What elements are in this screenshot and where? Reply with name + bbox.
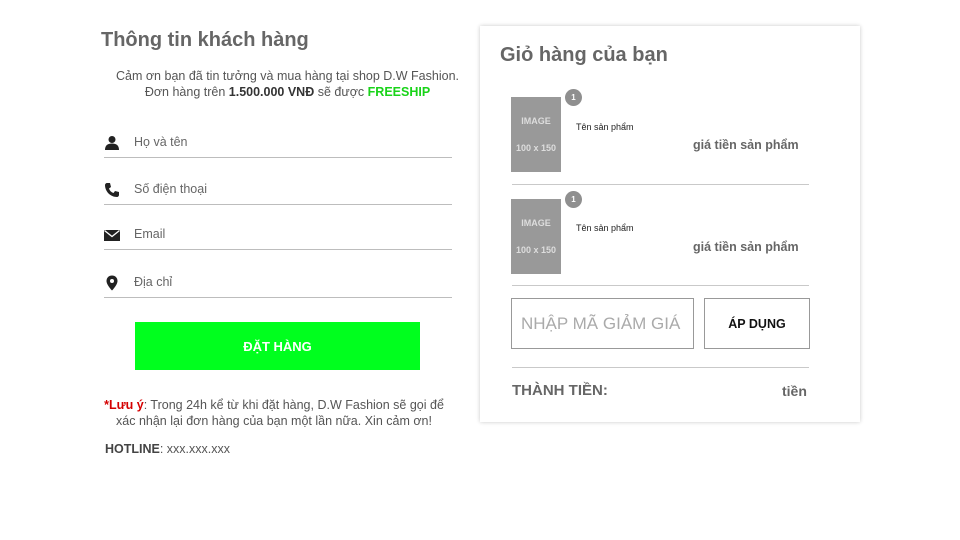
note-text: : Trong 24h kể từ khi đặt hàng, D.W Fash… — [116, 398, 444, 428]
product-image-placeholder: IMAGE 100 x 150 — [511, 199, 561, 274]
envelope-icon — [104, 229, 120, 241]
user-icon — [105, 136, 119, 150]
coupon-input[interactable] — [511, 298, 694, 349]
customer-info-title: Thông tin khách hàng — [101, 29, 309, 51]
hotline-label: HOTLINE — [105, 442, 160, 456]
product-price: giá tiền sản phẩm — [693, 240, 799, 254]
apply-coupon-button[interactable]: ÁP DỤNG — [704, 298, 810, 349]
phone-input[interactable] — [134, 176, 444, 202]
item-divider — [512, 285, 809, 286]
phone-field-row — [104, 176, 452, 205]
item-divider — [512, 184, 809, 185]
name-input[interactable] — [134, 129, 444, 155]
note-label: Lưu ý — [108, 398, 144, 412]
product-name: Tên sản phẩm — [576, 223, 634, 233]
email-field-row — [104, 221, 452, 250]
place-order-button[interactable]: ĐẶT HÀNG — [135, 322, 420, 370]
order-note: *Lưu ý: Trong 24h kể từ khi đặt hàng, D.… — [104, 398, 444, 428]
total-label: THÀNH TIỀN: — [512, 382, 608, 399]
email-input[interactable] — [134, 221, 444, 247]
hotline: HOTLINE: xxx.xxx.xxx — [105, 442, 230, 456]
thanks-text: Cảm ơn bạn đã tin tưởng và mua hàng tại … — [116, 69, 459, 83]
location-pin-icon — [106, 275, 118, 291]
name-field-row — [104, 129, 452, 158]
cart-title: Giỏ hàng của bạn — [500, 44, 668, 66]
address-input[interactable] — [134, 269, 444, 295]
intro-text: Cảm ơn bạn đã tin tưởng và mua hàng tại … — [110, 68, 465, 100]
freeship-highlight: FREESHIP — [367, 85, 431, 99]
product-image-placeholder: IMAGE 100 x 150 — [511, 97, 561, 172]
total-value: tiền — [782, 383, 807, 399]
freeship-text: Đơn hàng trên 1.500.000 VNĐ sẽ được FREE… — [144, 85, 431, 99]
address-field-row — [104, 269, 452, 298]
phone-icon — [105, 183, 119, 197]
hotline-value: : xxx.xxx.xxx — [159, 442, 231, 456]
quantity-badge: 1 — [565, 191, 582, 208]
total-divider — [512, 367, 809, 368]
quantity-badge: 1 — [565, 89, 582, 106]
product-name: Tên sản phẩm — [576, 122, 634, 132]
product-price: giá tiền sản phẩm — [693, 138, 799, 152]
